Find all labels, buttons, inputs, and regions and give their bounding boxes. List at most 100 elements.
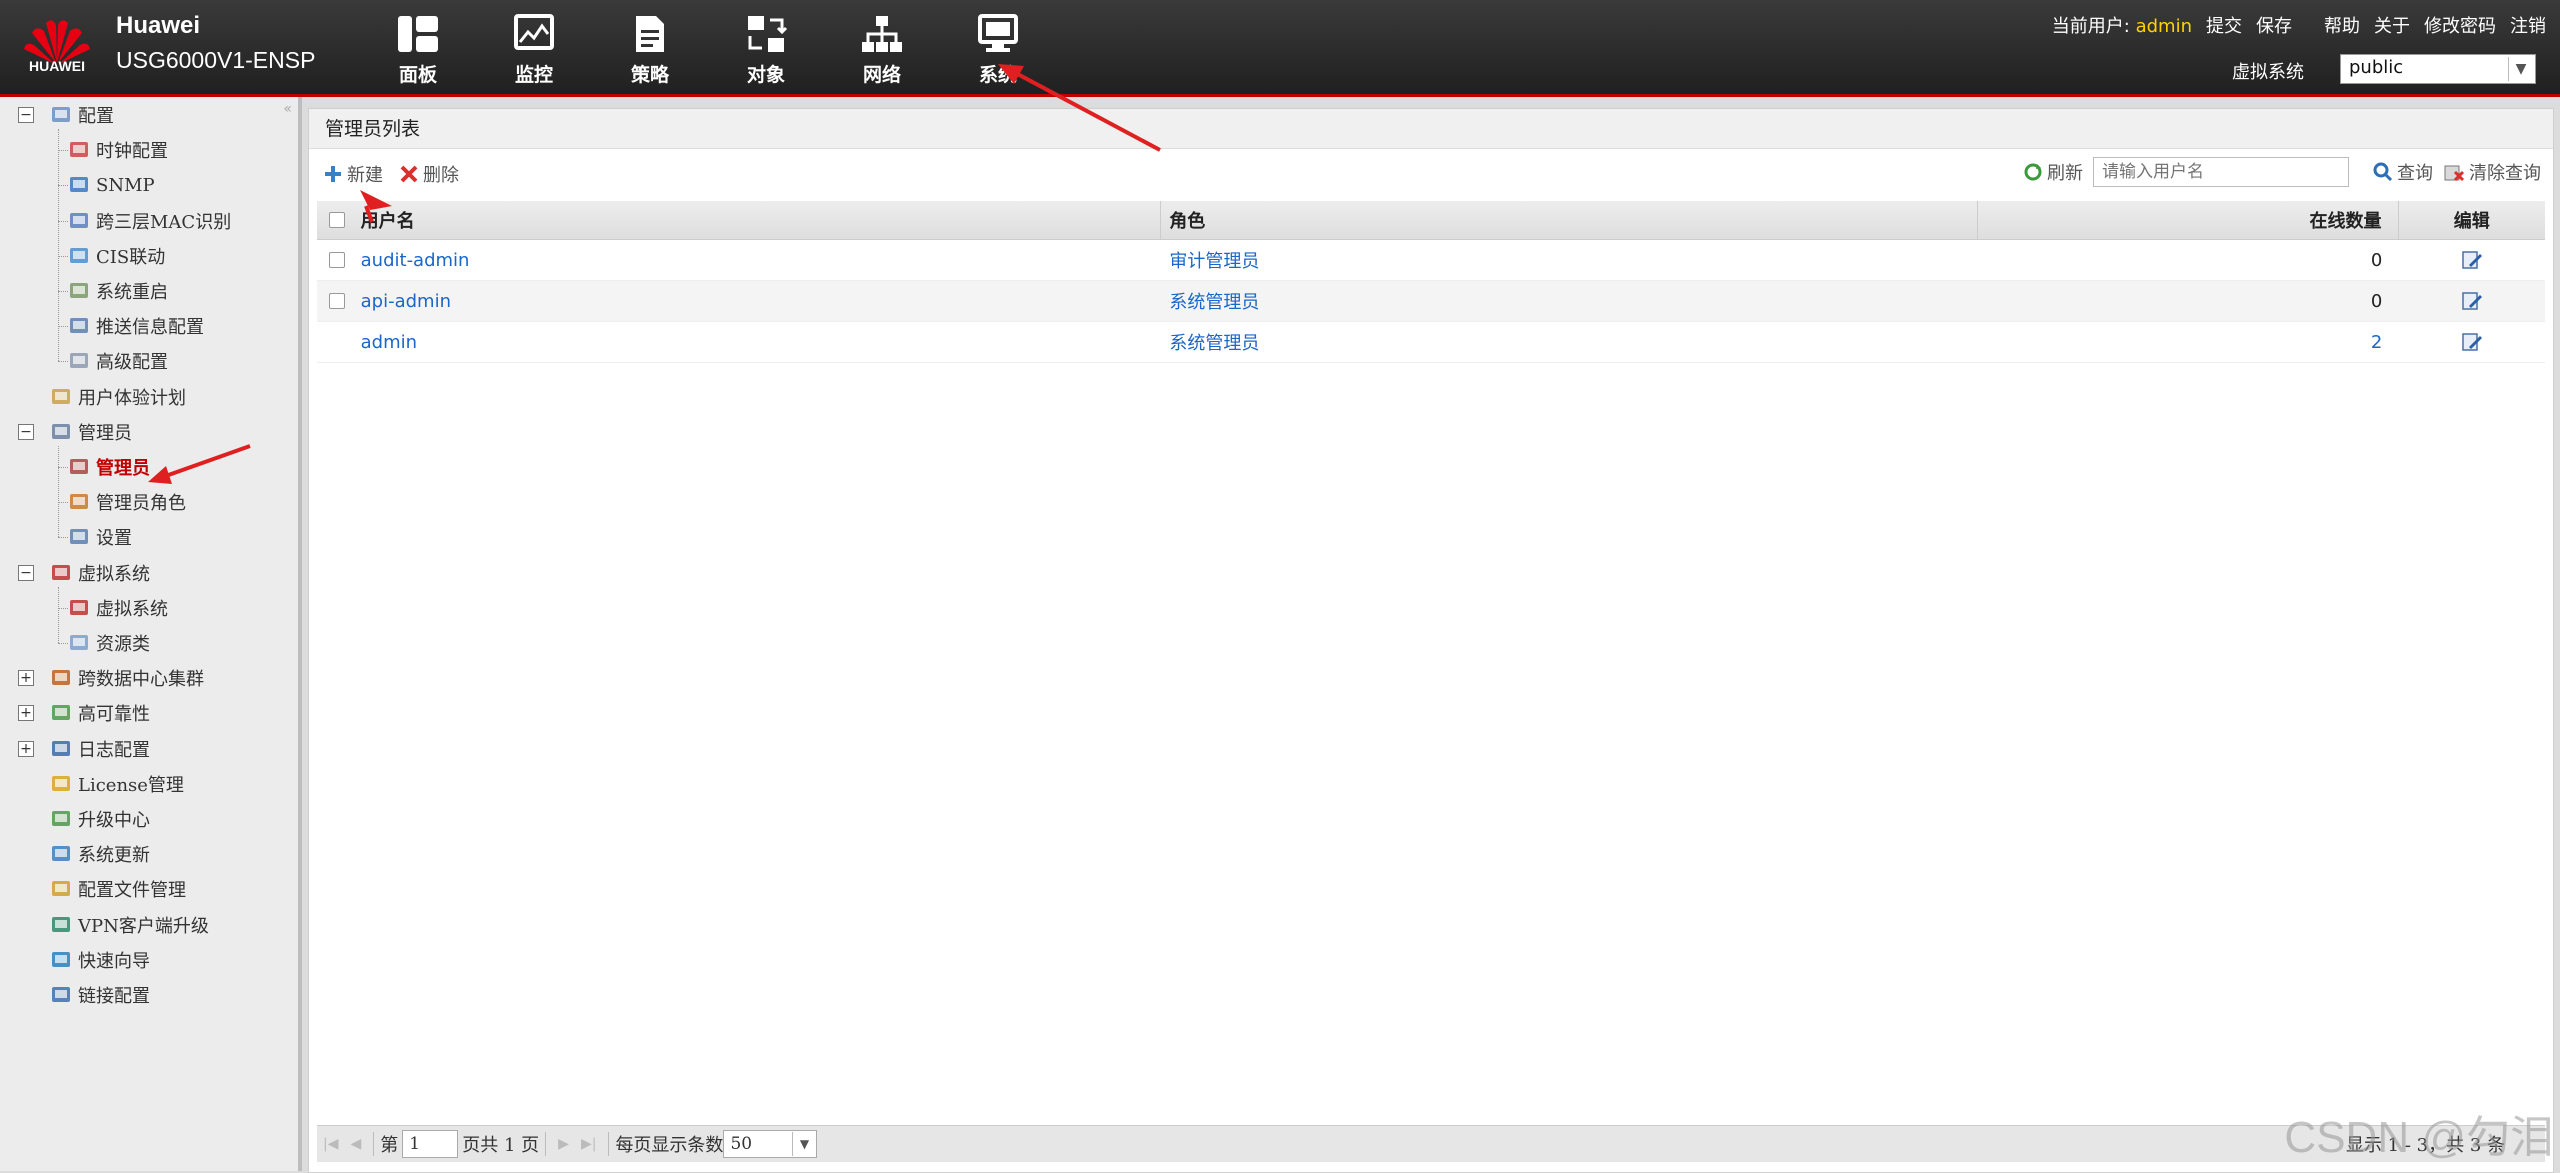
sidebar-item-26[interactable]: 链接配置 — [50, 981, 150, 1009]
nav-monitor[interactable]: 监控 — [476, 14, 592, 90]
sidebar-item-2[interactable]: 时钟配置 — [68, 136, 168, 164]
table-row[interactable]: admin 系统管理员 2 — [317, 322, 2545, 363]
collapse-icon[interactable]: − — [18, 564, 34, 581]
first-page-icon[interactable]: |◀ — [323, 1136, 338, 1152]
mac-icon — [68, 210, 90, 232]
save-link[interactable]: 保存 — [2256, 12, 2292, 38]
sidebar-item-19[interactable]: 日志配置 — [50, 735, 150, 763]
sidebar-item-22[interactable]: 系统更新 — [50, 840, 150, 868]
page-prefix: 第 — [380, 1135, 399, 1156]
expand-icon[interactable]: + — [18, 740, 34, 757]
vsys-select[interactable]: public ▼ — [2340, 54, 2536, 84]
clear-query-button[interactable]: 清除查询 — [2443, 159, 2541, 185]
sidebar-item-18[interactable]: 高可靠性 — [50, 699, 150, 727]
last-page-icon[interactable]: ▶| — [581, 1136, 596, 1152]
tree-connector — [58, 502, 68, 504]
row-checkbox[interactable] — [328, 293, 345, 309]
top-header: HUAWEI Huawei USG6000V1-ENSP 面板 监控 策略 对象… — [0, 0, 2560, 97]
role-link[interactable]: 审计管理员 — [1169, 247, 1259, 273]
clear-query-label: 清除查询 — [2469, 163, 2541, 184]
sidebar-item-6[interactable]: 系统重启 — [68, 277, 168, 305]
logout-link[interactable]: 注销 — [2510, 12, 2546, 38]
role-link[interactable]: 系统管理员 — [1169, 288, 1259, 314]
edit-icon[interactable] — [2461, 249, 2483, 271]
select-all-checkbox[interactable] — [328, 212, 345, 228]
collapse-icon[interactable]: − — [18, 107, 34, 123]
edit-icon[interactable] — [2461, 331, 2483, 353]
submit-link[interactable]: 提交 — [2206, 12, 2242, 38]
expand-icon[interactable]: + — [18, 705, 34, 722]
sidebar-item-9[interactable]: 用户体验计划 — [50, 383, 186, 411]
nav-policy[interactable]: 策略 — [592, 14, 708, 90]
vsys-label: 虚拟系统 — [2232, 62, 2304, 83]
sidebar-item-13[interactable]: 设置 — [68, 523, 132, 551]
nav-object[interactable]: 对象 — [708, 14, 824, 90]
sidebar-item-1[interactable]: 配置 — [50, 101, 114, 129]
collapse-sidebar-icon[interactable]: « — [283, 101, 292, 117]
sidebar-item-24[interactable]: VPN客户端升级 — [50, 911, 209, 939]
delete-button[interactable]: 删除 — [399, 161, 459, 187]
sidebar-item-12[interactable]: 管理员角色 — [68, 488, 186, 516]
row-checkbox[interactable] — [328, 252, 345, 268]
role-link[interactable]: 系统管理员 — [1169, 329, 1259, 355]
sidebar-item-23[interactable]: 配置文件管理 — [50, 875, 186, 903]
admin-icon — [68, 456, 90, 478]
username-search-input[interactable] — [2093, 157, 2349, 187]
sidebar-item-3[interactable]: SNMP — [68, 171, 155, 199]
username-link[interactable]: api-admin — [361, 291, 451, 312]
sidebar-item-21[interactable]: 升级中心 — [50, 805, 150, 833]
sidebar-item-label: 虚拟系统 — [78, 563, 150, 585]
table-row[interactable]: api-admin 系统管理员 0 — [317, 281, 2545, 322]
sidebar-item-10[interactable]: 管理员 — [50, 418, 132, 446]
help-link[interactable]: 帮助 — [2324, 12, 2360, 38]
tree-connector — [58, 467, 68, 468]
sidebar-item-14[interactable]: 虚拟系统 — [50, 559, 150, 587]
col-online[interactable]: 在线数量 — [1976, 201, 2398, 239]
prev-page-icon[interactable]: ◀ — [350, 1136, 361, 1152]
change-password-link[interactable]: 修改密码 — [2424, 12, 2496, 38]
sidebar-item-7[interactable]: 推送信息配置 — [68, 312, 204, 340]
pagination-bar: |◀ ◀ 第 1 页共 1 页 ▶ ▶| 每页显示条数 50 ▼ 显示 1 - … — [317, 1125, 2545, 1162]
system-icon — [978, 14, 1018, 52]
online-count[interactable]: 2 — [2371, 332, 2382, 353]
per-page-value: 50 — [730, 1134, 753, 1154]
edit-icon[interactable] — [2461, 290, 2483, 312]
link-icon — [50, 984, 72, 1006]
nav-dashboard[interactable]: 面板 — [360, 14, 476, 90]
sidebar-item-11[interactable]: 管理员 — [68, 453, 150, 481]
table-row[interactable]: audit-admin 审计管理员 0 — [317, 240, 2545, 281]
sidebar-item-17[interactable]: 跨数据中心集群 — [50, 664, 204, 692]
magnifier-icon — [2373, 162, 2393, 182]
vsys-value: public — [2349, 57, 2404, 78]
collapse-icon[interactable]: − — [18, 423, 34, 440]
update-icon — [50, 843, 72, 865]
sidebar-item-8[interactable]: 高级配置 — [68, 347, 168, 375]
watermark: CSDN @勾泪 — [2284, 1113, 2554, 1162]
expand-icon[interactable]: + — [18, 670, 34, 687]
page-total: 页共 1 页 — [462, 1135, 540, 1156]
sidebar-item-16[interactable]: 资源类 — [68, 629, 150, 657]
page-number-input[interactable]: 1 — [402, 1130, 459, 1158]
sidebar-item-20[interactable]: License管理 — [50, 770, 184, 798]
query-button[interactable]: 查询 — [2373, 159, 2433, 185]
about-link[interactable]: 关于 — [2374, 12, 2410, 38]
nav-system[interactable]: 系统 — [940, 14, 1056, 90]
col-username[interactable]: 用户名 — [357, 201, 1161, 239]
sidebar-item-label: 时钟配置 — [96, 141, 168, 163]
sidebar-item-label: 资源类 — [96, 634, 150, 655]
next-page-icon[interactable]: ▶ — [558, 1136, 569, 1152]
sidebar-item-label: 快速向导 — [78, 950, 150, 972]
sidebar-item-4[interactable]: 跨三层MAC识别 — [68, 207, 231, 235]
refresh-button[interactable]: 刷新 — [2023, 159, 2083, 185]
new-button[interactable]: 新建 — [323, 161, 383, 187]
push-icon — [68, 315, 90, 337]
per-page-select[interactable]: 50 ▼ — [723, 1130, 818, 1158]
username-link[interactable]: audit-admin — [361, 250, 470, 271]
sidebar-item-25[interactable]: 快速向导 — [50, 946, 150, 974]
sidebar-item-5[interactable]: CIS联动 — [68, 242, 165, 270]
username-link[interactable]: admin — [361, 332, 417, 353]
role-icon — [68, 491, 90, 513]
col-role[interactable]: 角色 — [1160, 201, 1977, 239]
nav-network[interactable]: 网络 — [824, 14, 940, 90]
sidebar-item-15[interactable]: 虚拟系统 — [68, 594, 168, 622]
